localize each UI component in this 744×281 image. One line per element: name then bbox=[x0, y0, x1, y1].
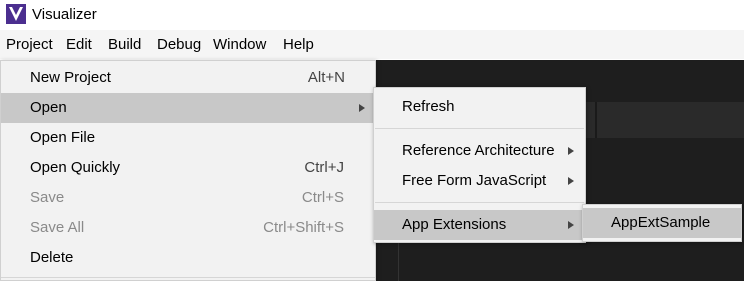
menu-item-label: Delete bbox=[30, 249, 74, 266]
menu-item-app-extensions[interactable]: App Extensions bbox=[374, 210, 585, 240]
menu-item-label: Open File bbox=[30, 129, 96, 146]
menu-item-shortcut: Alt+N bbox=[307, 69, 345, 86]
menu-separator bbox=[375, 128, 584, 129]
menu-edit[interactable]: Edit bbox=[66, 36, 92, 53]
menu-separator bbox=[375, 202, 584, 203]
menu-item-label: New Project bbox=[30, 69, 111, 86]
menu-item-label: AppExtSample bbox=[611, 214, 711, 231]
submenu-arrow-icon bbox=[568, 221, 574, 229]
submenu-arrow-icon bbox=[359, 104, 365, 112]
visualizer-logo-icon bbox=[6, 4, 26, 24]
menu-item-shortcut: Ctrl+J bbox=[304, 159, 344, 176]
menu-item-new-project[interactable]: New Project Alt+N bbox=[1, 63, 375, 93]
submenu-arrow-icon bbox=[568, 177, 574, 185]
tab-divider bbox=[595, 102, 597, 138]
menu-item-open-quickly[interactable]: Open Quickly Ctrl+J bbox=[1, 153, 375, 183]
app-extensions-submenu: AppExtSample bbox=[582, 204, 742, 242]
window-title: Visualizer bbox=[32, 6, 97, 23]
menu-item-reference-architecture[interactable]: Reference Architecture bbox=[374, 136, 585, 166]
menu-item-shortcut: Ctrl+S bbox=[301, 189, 344, 206]
menu-item-label: Open bbox=[30, 99, 67, 116]
menu-item-open-file[interactable]: Open File bbox=[1, 123, 375, 153]
menu-item-label: Free Form JavaScript bbox=[402, 172, 547, 189]
menu-item-appextsample[interactable]: AppExtSample bbox=[583, 208, 741, 238]
menu-item-free-form-javascript[interactable]: Free Form JavaScript bbox=[374, 166, 585, 196]
menu-item-label: App Extensions bbox=[402, 216, 507, 233]
menu-item-label: Open Quickly bbox=[30, 159, 121, 176]
menu-item-label: Save All bbox=[30, 219, 85, 236]
menu-build[interactable]: Build bbox=[108, 36, 141, 53]
menu-item-save-all[interactable]: Save All Ctrl+Shift+S bbox=[1, 213, 375, 243]
menu-item-label: Save bbox=[30, 189, 65, 206]
menu-window[interactable]: Window bbox=[213, 36, 266, 53]
menu-help[interactable]: Help bbox=[283, 36, 314, 53]
project-menu: New Project Alt+N Open Open File Open Qu… bbox=[0, 60, 376, 281]
menu-item-label: Refresh bbox=[402, 98, 455, 115]
menu-separator bbox=[1, 277, 375, 278]
title-bar: Visualizer bbox=[0, 0, 744, 30]
submenu-arrow-icon bbox=[568, 147, 574, 155]
menu-item-open[interactable]: Open bbox=[1, 93, 375, 123]
menu-item-save[interactable]: Save Ctrl+S bbox=[1, 183, 375, 213]
open-submenu: Refresh Reference Architecture Free Form… bbox=[373, 87, 586, 243]
menu-debug[interactable]: Debug bbox=[157, 36, 201, 53]
menu-bar: Project Edit Build Debug Window Help bbox=[0, 30, 744, 59]
menu-item-shortcut: Ctrl+Shift+S bbox=[263, 219, 344, 236]
menu-item-refresh[interactable]: Refresh bbox=[374, 92, 585, 122]
menu-item-delete[interactable]: Delete bbox=[1, 243, 375, 273]
menu-item-label: Reference Architecture bbox=[402, 142, 555, 159]
menu-project[interactable]: Project bbox=[6, 36, 53, 53]
